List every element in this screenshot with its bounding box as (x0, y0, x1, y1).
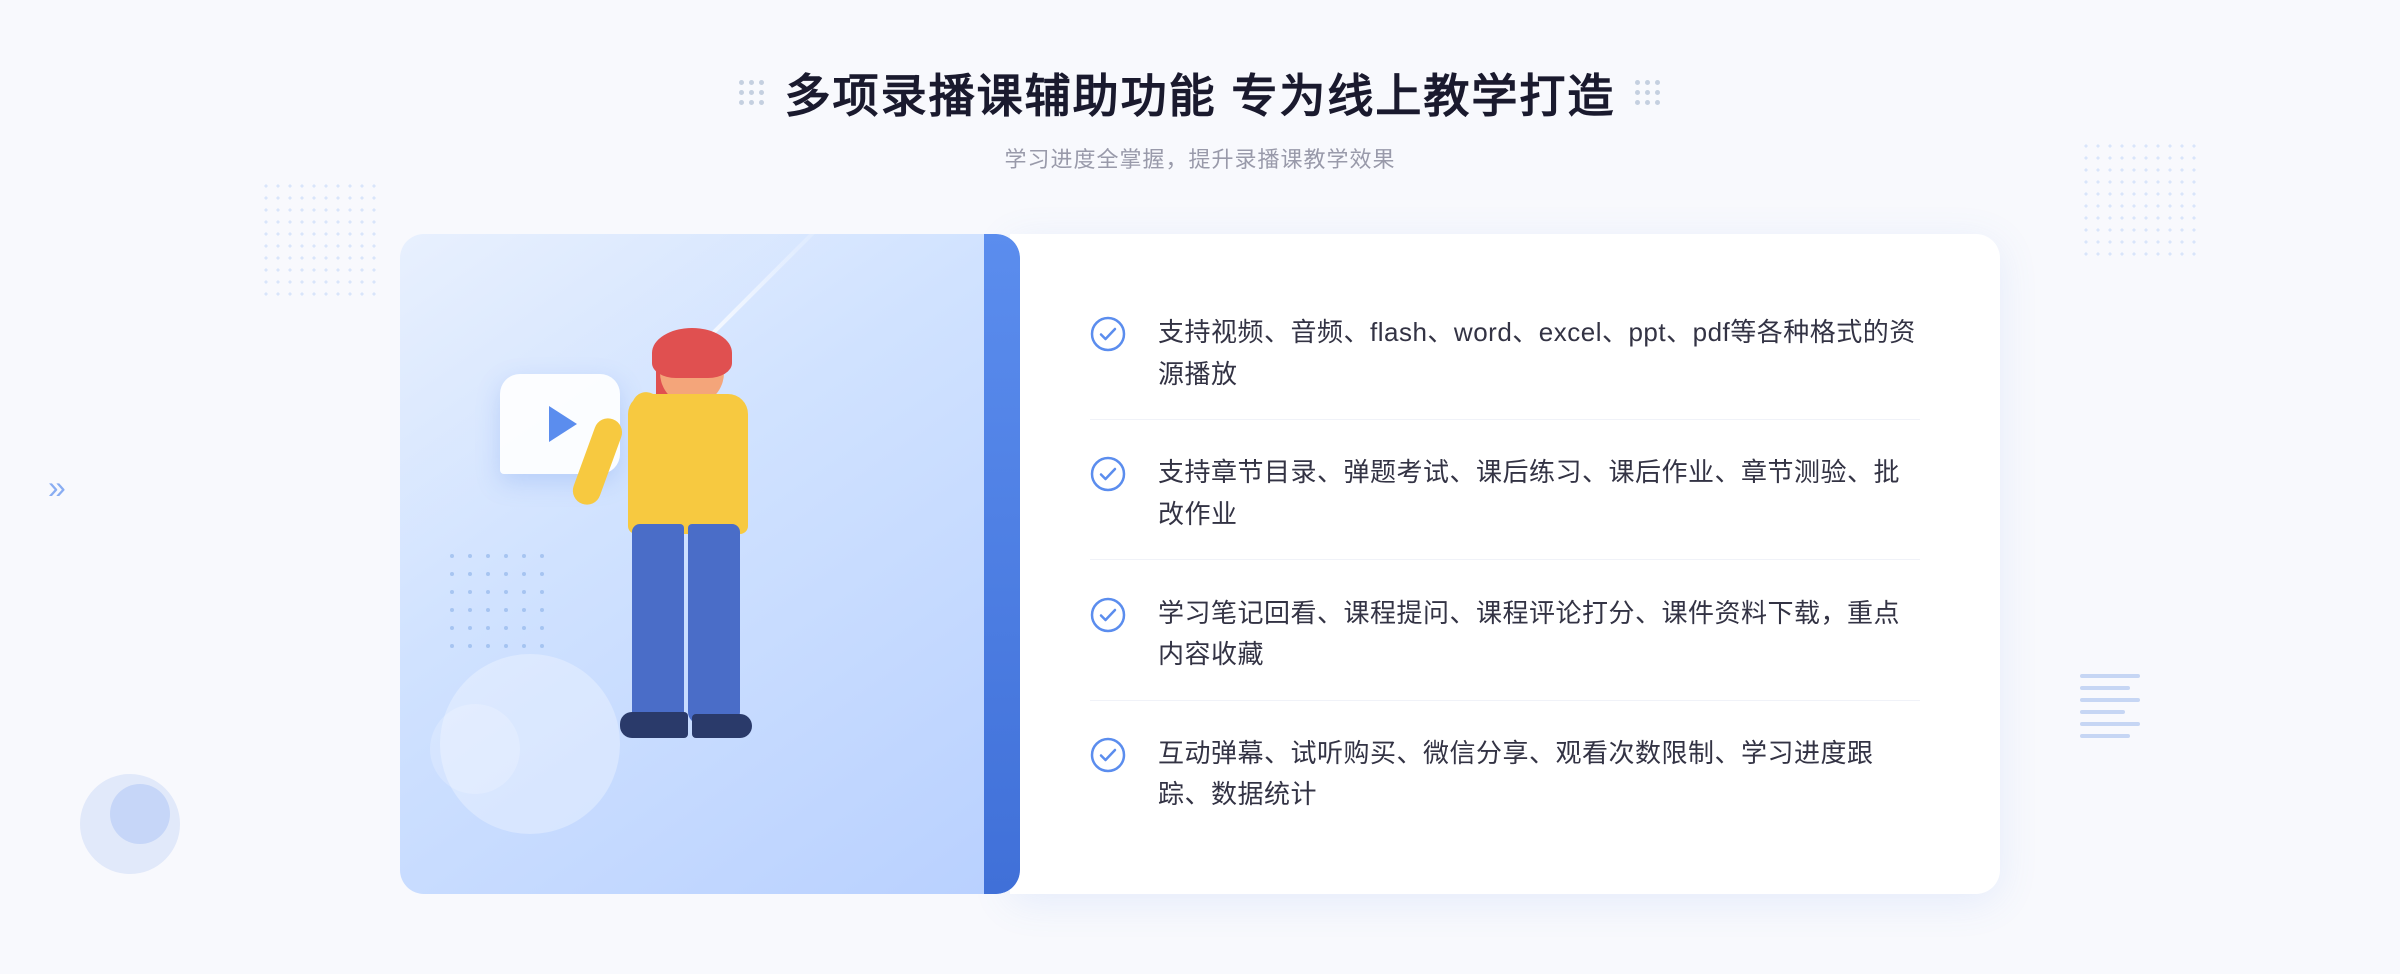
feature-text-1: 支持视频、音频、flash、word、excel、ppt、pdf等各种格式的资源… (1158, 312, 1920, 395)
person-figure (520, 314, 820, 894)
left-decorator (739, 80, 765, 106)
stripe-line-6 (2080, 734, 2130, 738)
check-icon-1 (1090, 316, 1126, 352)
dot-pattern-top-right (2080, 140, 2200, 260)
person-hair (652, 328, 732, 378)
right-decorator (1635, 80, 1661, 106)
stripe-line-3 (2080, 698, 2140, 702)
check-icon-4 (1090, 737, 1126, 773)
feature-item-3: 学习笔记回看、课程提问、课程评论打分、课件资料下载，重点内容收藏 (1090, 569, 1920, 701)
dot-pattern-top-left (260, 180, 380, 300)
chevron-symbol: » (48, 471, 66, 503)
stripe-line-2 (2080, 686, 2130, 690)
person-shoe-left (620, 712, 688, 738)
feature-text-2: 支持章节目录、弹题考试、课后练习、课后作业、章节测验、批改作业 (1158, 452, 1920, 535)
person-body (628, 394, 748, 534)
check-icon-2 (1090, 456, 1126, 492)
person-pants-right (688, 524, 740, 724)
deco-circle-small (430, 704, 520, 794)
accent-bar (984, 234, 1020, 894)
decorator-grid-left (739, 80, 765, 106)
feature-item-4: 互动弹幕、试听购买、微信分享、观看次数限制、学习进度跟踪、数据统计 (1090, 709, 1920, 840)
content-wrapper: 支持视频、音频、flash、word、excel、ppt、pdf等各种格式的资源… (400, 234, 2000, 894)
stripe-decoration (2080, 674, 2140, 774)
person-arm-left (569, 414, 626, 508)
main-title: 多项录播课辅助功能 专为线上教学打造 (785, 60, 1616, 126)
subtitle: 学习进度全掌握，提升录播课教学效果 (739, 142, 1662, 174)
header-section: 多项录播课辅助功能 专为线上教学打造 学习进度全掌握，提升录播课教学效果 (739, 0, 1662, 174)
features-panel: 支持视频、音频、flash、word、excel、ppt、pdf等各种格式的资源… (1010, 234, 2000, 894)
left-chevrons-decoration: » (48, 471, 66, 503)
person-shoe-right (692, 714, 752, 738)
page-container: 多项录播课辅助功能 专为线上教学打造 学习进度全掌握，提升录播课教学效果 » (0, 0, 2400, 974)
feature-text-4: 互动弹幕、试听购买、微信分享、观看次数限制、学习进度跟踪、数据统计 (1158, 733, 1920, 816)
stripe-line-1 (2080, 674, 2140, 678)
stripe-line-4 (2080, 710, 2125, 714)
feature-item-1: 支持视频、音频、flash、word、excel、ppt、pdf等各种格式的资源… (1090, 288, 1920, 420)
light-beam (699, 234, 843, 347)
stripe-line-5 (2080, 722, 2140, 726)
person-pants-left (632, 524, 684, 724)
check-icon-3 (1090, 597, 1126, 633)
feature-item-2: 支持章节目录、弹题考试、课后练习、课后作业、章节测验、批改作业 (1090, 428, 1920, 560)
decorator-grid-right (1635, 80, 1661, 106)
illustration-panel (400, 234, 1020, 894)
bottom-left-circle-inner (110, 784, 170, 844)
feature-text-3: 学习笔记回看、课程提问、课程评论打分、课件资料下载，重点内容收藏 (1158, 593, 1920, 676)
header-title-wrapper: 多项录播课辅助功能 专为线上教学打造 (739, 60, 1662, 126)
